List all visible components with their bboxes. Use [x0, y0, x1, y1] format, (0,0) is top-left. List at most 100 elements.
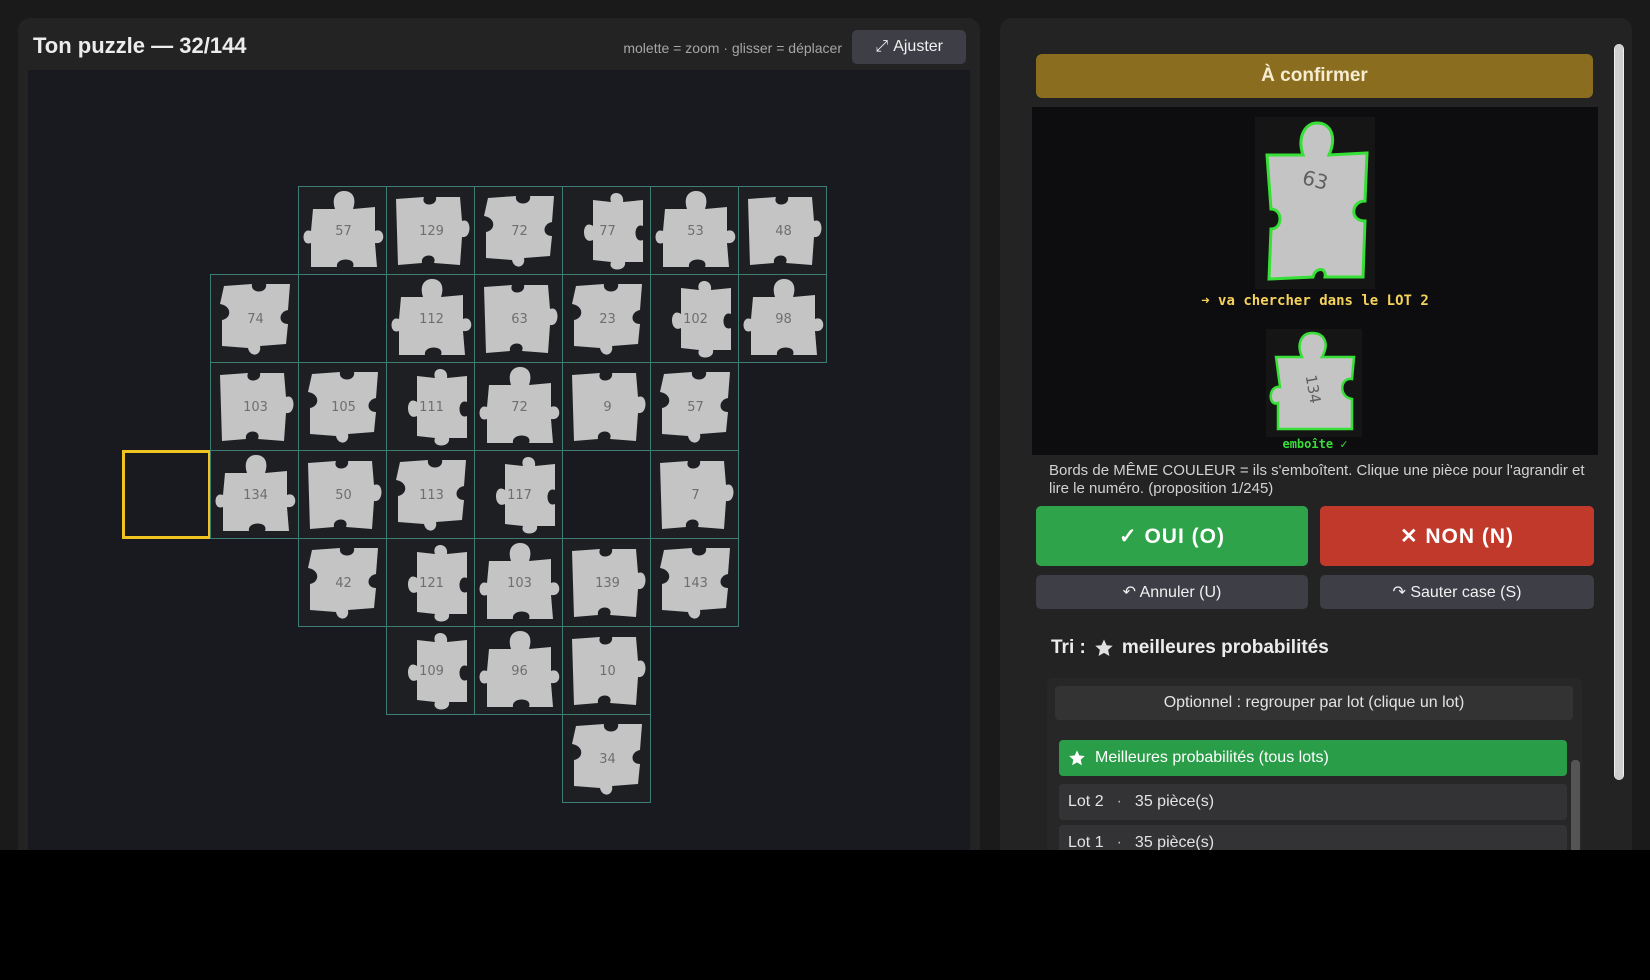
lot-name: Lot 1 — [1068, 834, 1104, 850]
piece-number: 42 — [335, 576, 352, 591]
puzzle-cell[interactable]: 111 — [386, 362, 475, 451]
puzzle-cell[interactable]: 57 — [650, 362, 739, 451]
puzzle-cell[interactable]: 143 — [650, 538, 739, 627]
undo-button[interactable]: ↶ Annuler (U) — [1036, 575, 1308, 609]
puzzle-cell[interactable]: 103 — [474, 538, 563, 627]
canvas-hint: molette = zoom · glisser = déplacer — [623, 40, 842, 56]
puzzle-cell[interactable]: 57 — [298, 186, 387, 275]
piece-number: 57 — [335, 224, 352, 239]
piece-number: 23 — [599, 312, 616, 327]
fits-label: emboîte ✓ — [1282, 437, 1348, 451]
puzzle-cell[interactable]: 72 — [474, 186, 563, 275]
panel-scrollbar-thumb[interactable] — [1615, 44, 1623, 780]
confirm-banner: À confirmer — [1036, 54, 1593, 98]
puzzle-cell[interactable]: 34 — [562, 714, 651, 803]
puzzle-cell[interactable]: 96 — [474, 626, 563, 715]
panel-scrollbar[interactable] — [1614, 44, 1624, 780]
piece-number: 112 — [419, 312, 444, 327]
lot-name: Lot 2 — [1068, 793, 1104, 810]
piece-number: 9 — [603, 400, 612, 415]
lot-instruction: ➜ va chercher dans le LOT 2 — [1201, 293, 1429, 309]
puzzle-cell[interactable]: 42 — [298, 538, 387, 627]
empty-cell[interactable] — [562, 450, 651, 539]
puzzle-cell[interactable]: 53 — [650, 186, 739, 275]
explanation-text: Bords de MÊME COULEUR = ils s'emboîtent.… — [1049, 462, 1585, 497]
puzzle-cell[interactable]: 109 — [386, 626, 475, 715]
piece-number: 72 — [511, 224, 528, 239]
piece-number: 113 — [419, 488, 444, 503]
sort-prefix: Tri : — [1051, 637, 1086, 658]
piece-number: 111 — [419, 400, 444, 415]
piece-number: 74 — [247, 312, 264, 327]
lot-option-1[interactable]: Lot 1 · 35 pièce(s) — [1059, 825, 1567, 850]
piece-number: 129 — [419, 224, 444, 239]
no-button[interactable]: ✕ NON (N) — [1320, 506, 1594, 566]
expand-arrows-icon: ⤢ — [875, 38, 889, 55]
puzzle-cell[interactable]: 77 — [562, 186, 651, 275]
puzzle-cell[interactable]: 63 — [474, 274, 563, 363]
list-scrollbar[interactable] — [1571, 760, 1580, 850]
lot-group-box: Optionnel : regrouper par lot (clique un… — [1047, 678, 1582, 850]
piece-number: 50 — [335, 488, 352, 503]
puzzle-cell[interactable]: 112 — [386, 274, 475, 363]
best-probabilities-option[interactable]: Meilleures probabilités (tous lots) — [1059, 740, 1567, 776]
puzzle-cell[interactable]: 23 — [562, 274, 651, 363]
star-icon — [1069, 750, 1085, 766]
separator-dot: · — [1116, 793, 1122, 810]
lot-option-2[interactable]: Lot 2 · 35 pièce(s) — [1059, 784, 1567, 820]
neighbor-piece[interactable]: 134 — [1266, 329, 1362, 437]
puzzle-cell[interactable]: 117 — [474, 450, 563, 539]
puzzle-cell[interactable]: 129 — [386, 186, 475, 275]
sort-title: Tri : meilleures probabilités — [1051, 637, 1329, 659]
piece-number: 10 — [599, 664, 616, 679]
confirm-panel: À confirmer 63 ➜ va chercher dans le LOT… — [1000, 18, 1632, 850]
puzzle-header: Ton puzzle — 32/144 molette = zoom · gli… — [18, 18, 980, 68]
fit-button[interactable]: ⤢ Ajuster — [852, 30, 966, 64]
puzzle-cell[interactable]: 121 — [386, 538, 475, 627]
skip-cell-button[interactable]: ↷ Sauter case (S) — [1320, 575, 1594, 609]
piece-number: 72 — [511, 400, 528, 415]
puzzle-cell[interactable]: 72 — [474, 362, 563, 451]
star-icon — [1095, 639, 1113, 656]
piece-number: 103 — [507, 576, 532, 591]
puzzle-cell[interactable]: 102 — [650, 274, 739, 363]
fit-button-label: Ajuster — [893, 38, 943, 55]
piece-number: 134 — [243, 488, 268, 503]
puzzle-cell[interactable]: 9 — [562, 362, 651, 451]
yes-button[interactable]: ✓ OUI (O) — [1036, 506, 1308, 566]
puzzle-cell[interactable]: 105 — [298, 362, 387, 451]
puzzle-cell[interactable]: 7 — [650, 450, 739, 539]
app-screen: Ton puzzle — 32/144 molette = zoom · gli… — [0, 0, 1650, 850]
group-by-lot-header[interactable]: Optionnel : regrouper par lot (clique un… — [1055, 686, 1573, 720]
puzzle-title: Ton puzzle — 32/144 — [33, 33, 247, 58]
lot-count: 35 pièce(s) — [1134, 793, 1215, 810]
puzzle-cell[interactable]: 113 — [386, 450, 475, 539]
match-preview[interactable]: 63 ➜ va chercher dans le LOT 2 134 emboî… — [1032, 107, 1598, 455]
piece-number: 105 — [331, 400, 356, 415]
piece-number: 109 — [419, 664, 444, 679]
puzzle-cell[interactable]: 103 — [210, 362, 299, 451]
separator-dot: · — [1116, 834, 1122, 850]
sort-value: meilleures probabilités — [1121, 637, 1329, 658]
piece-number: 102 — [683, 312, 708, 327]
piece-number: 98 — [775, 312, 792, 327]
puzzle-cell[interactable]: 48 — [738, 186, 827, 275]
target-cell[interactable] — [122, 450, 211, 539]
puzzle-cell[interactable]: 139 — [562, 538, 651, 627]
piece-number: 143 — [683, 576, 708, 591]
puzzle-cell[interactable]: 10 — [562, 626, 651, 715]
candidate-piece-shape — [1265, 121, 1369, 281]
piece-number: 53 — [687, 224, 704, 239]
puzzle-cell[interactable]: 50 — [298, 450, 387, 539]
candidate-piece[interactable]: 63 — [1255, 117, 1375, 289]
empty-cell[interactable] — [298, 274, 387, 363]
piece-number: 121 — [419, 576, 444, 591]
puzzle-canvas[interactable]: 57 129 72 77 53 48 74 112 63 23 102 98 103 105 111 72 9 5… — [28, 70, 970, 850]
piece-number: 34 — [599, 752, 616, 767]
piece-number: 48 — [775, 224, 792, 239]
piece-number: 77 — [599, 224, 616, 239]
puzzle-cell[interactable]: 134 — [210, 450, 299, 539]
piece-number: 139 — [595, 576, 620, 591]
puzzle-cell[interactable]: 74 — [210, 274, 299, 363]
puzzle-cell[interactable]: 98 — [738, 274, 827, 363]
